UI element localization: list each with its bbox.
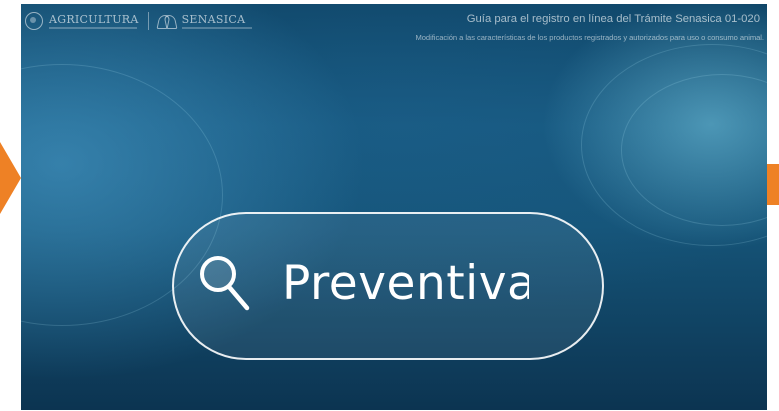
- search-icon: [200, 256, 250, 311]
- page-subtitle: Modificación a las características de lo…: [415, 33, 764, 42]
- next-arrow-icon[interactable]: [767, 164, 779, 205]
- header-logos: AGRICULTURA SENASICA: [25, 10, 252, 32]
- slide: AGRICULTURA SENASICA Guía para el regist…: [21, 4, 767, 410]
- senasica-logo-text: SENASICA: [181, 12, 246, 26]
- senasica-logo: SENASICA: [181, 12, 252, 29]
- government-seal-icon: [25, 12, 43, 30]
- search-bar[interactable]: Preventiva: [172, 212, 604, 360]
- logo-divider: [147, 12, 149, 30]
- agricultura-logo: AGRICULTURA: [49, 14, 139, 29]
- logo-tagline: [181, 26, 252, 29]
- search-input-text[interactable]: Preventiva: [282, 254, 529, 314]
- senasica-emblem-icon: [156, 14, 178, 29]
- video-frame: AGRICULTURA SENASICA Guía para el regist…: [0, 0, 779, 411]
- agricultura-logo-text: AGRICULTURA: [49, 12, 139, 26]
- previous-arrow-icon[interactable]: [0, 142, 21, 214]
- logo-tagline: [49, 26, 137, 29]
- page-title: Guía para el registro en línea del Trámi…: [466, 13, 760, 25]
